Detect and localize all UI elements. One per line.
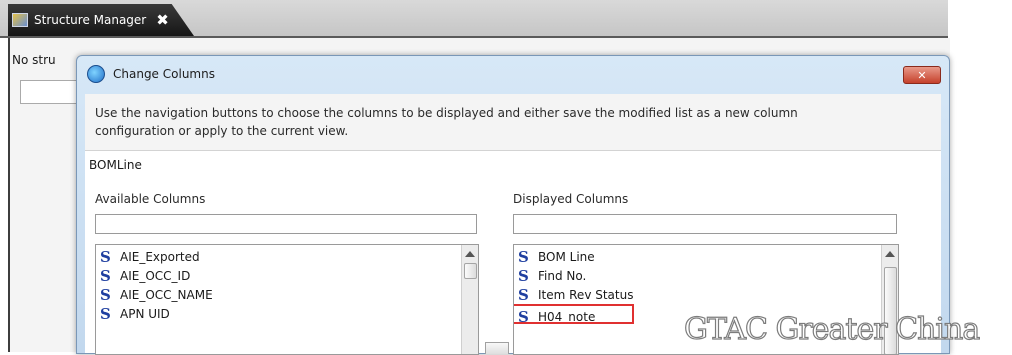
list-item-label: AIE_Exported	[120, 250, 200, 264]
string-type-icon: S	[518, 248, 529, 266]
string-type-icon: S	[100, 248, 111, 266]
available-filter-input[interactable]	[95, 214, 477, 234]
tab-structure-manager[interactable]: Structure Manager ✖	[8, 4, 194, 36]
available-scrollbar[interactable]	[461, 245, 478, 354]
list-item-label: Item Rev Status	[538, 288, 634, 302]
close-tab-icon[interactable]: ✖	[156, 11, 169, 29]
move-right-button[interactable]	[485, 342, 509, 354]
background-panel	[20, 80, 82, 104]
instructions-area: Use the navigation buttons to choose the…	[85, 94, 941, 151]
list-item[interactable]: S AIE_Exported	[100, 247, 200, 267]
string-type-icon: S	[100, 286, 111, 304]
highlight-box	[514, 304, 634, 324]
scroll-thumb[interactable]	[464, 263, 477, 279]
instructions-text: Use the navigation buttons to choose the…	[95, 106, 798, 138]
close-button[interactable]: ✕	[903, 66, 941, 84]
change-columns-dialog: Change Columns ✕ Use the navigation butt…	[76, 55, 950, 355]
scroll-up-arrow-icon[interactable]	[885, 251, 895, 257]
list-item[interactable]: S AIE_OCC_ID	[100, 266, 190, 286]
available-columns-label: Available Columns	[95, 192, 206, 206]
list-item-label: APN UID	[120, 307, 170, 321]
watermark: GTAC Greater China	[683, 311, 980, 347]
list-item[interactable]: S AIE_OCC_NAME	[100, 285, 213, 305]
list-item[interactable]: S APN UID	[100, 304, 170, 324]
refresh-icon	[87, 65, 105, 83]
tab-label: Structure Manager	[34, 13, 147, 27]
scroll-up-arrow-icon[interactable]	[465, 251, 475, 257]
dialog-title: Change Columns	[113, 67, 215, 81]
dialog-title-bar: Change Columns	[87, 62, 215, 86]
structure-manager-icon	[12, 13, 28, 27]
string-type-icon: S	[100, 305, 111, 323]
list-item-selected[interactable]: S H04_note	[514, 304, 634, 327]
displayed-filter-input[interactable]	[513, 214, 897, 234]
available-columns-list[interactable]: S AIE_Exported S AIE_OCC_ID S AIE_OCC_NA…	[95, 244, 479, 355]
string-type-icon: S	[100, 267, 111, 285]
list-item[interactable]: S BOM Line	[518, 247, 595, 267]
list-item-label: AIE_OCC_ID	[120, 269, 191, 283]
string-type-icon: S	[518, 286, 529, 304]
list-item[interactable]: S Item Rev Status	[518, 285, 633, 305]
app-tab-bar: Structure Manager ✖	[0, 0, 948, 38]
displayed-columns-label: Displayed Columns	[513, 192, 629, 206]
list-item-label: BOM Line	[538, 250, 595, 264]
list-item-label: Find No.	[538, 269, 587, 283]
list-item-label: AIE_OCC_NAME	[120, 288, 213, 302]
list-item[interactable]: S Find No.	[518, 266, 586, 286]
object-type-label: BOMLine	[89, 158, 142, 172]
status-text: No stru	[12, 53, 56, 67]
string-type-icon: S	[518, 267, 529, 285]
